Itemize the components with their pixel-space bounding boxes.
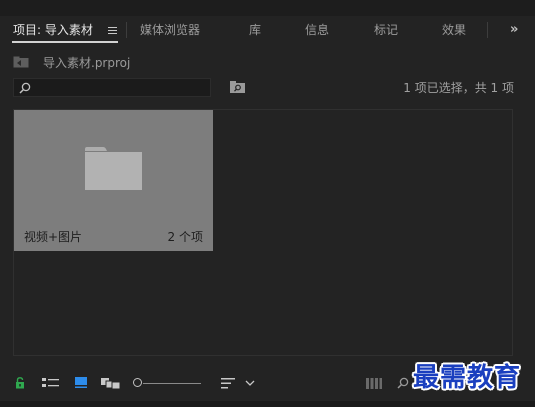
tab-effects[interactable]: 效果: [442, 16, 466, 44]
chevron-down-icon[interactable]: [245, 380, 255, 386]
zoom-slider[interactable]: [143, 383, 201, 384]
sort-icon[interactable]: [221, 378, 235, 389]
search-icon: [19, 82, 31, 94]
freeform-view-icon[interactable]: [101, 377, 121, 389]
bin-item-count: 2 个项: [167, 230, 203, 244]
tab-media-browser[interactable]: 媒体浏览器: [140, 16, 200, 44]
tab-divider: [487, 22, 488, 38]
hamburger-icon[interactable]: [108, 27, 117, 35]
search-input[interactable]: [13, 78, 211, 97]
project-bin-up-icon[interactable]: [13, 56, 29, 68]
chevron-double-right-icon[interactable]: »: [510, 22, 518, 37]
watermark: 最需教育: [413, 363, 522, 393]
project-path: 导入素材.prproj: [43, 56, 131, 70]
selection-status: 1 项已选择，共 1 项: [403, 81, 514, 95]
tab-markers[interactable]: 标记: [374, 16, 398, 44]
bottom-strip: [0, 401, 535, 407]
lock-icon[interactable]: [15, 377, 25, 389]
new-search-bin-icon[interactable]: [230, 81, 245, 93]
bin-name: 视频+图片: [24, 230, 83, 244]
tab-libraries[interactable]: 库: [249, 16, 261, 44]
top-strip: [0, 0, 535, 16]
find-icon[interactable]: [397, 377, 409, 389]
list-view-icon[interactable]: [42, 377, 59, 389]
active-tab-underline: [12, 41, 118, 43]
automate-to-sequence-icon[interactable]: [366, 378, 382, 389]
icon-view-icon[interactable]: [74, 376, 88, 389]
tab-info[interactable]: 信息: [305, 16, 329, 44]
panel-tab-bar: 项目: 导入素材 媒体浏览器 库 信息 标记 效果: [0, 16, 535, 44]
tab-divider: [126, 22, 127, 38]
folder-icon: [85, 147, 142, 190]
zoom-slider-handle[interactable]: [133, 378, 142, 387]
bin-tile[interactable]: 视频+图片 2 个项: [14, 110, 213, 251]
tab-project[interactable]: 项目: 导入素材: [13, 16, 93, 44]
